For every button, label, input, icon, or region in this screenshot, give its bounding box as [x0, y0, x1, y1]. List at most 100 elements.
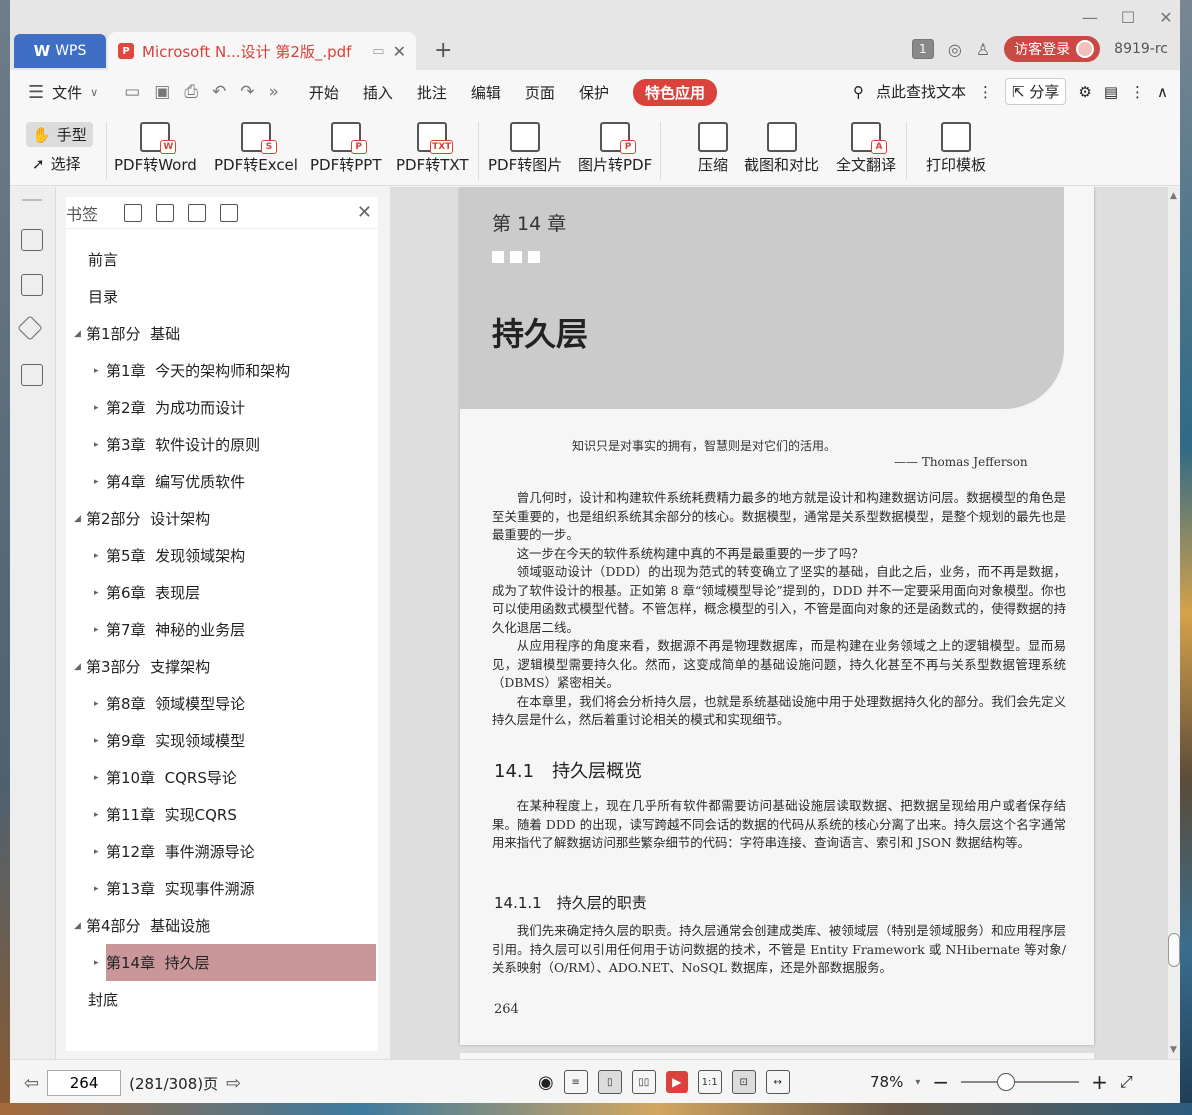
expand-all-icon[interactable]	[124, 203, 143, 222]
bookmark-chapter[interactable]: ▸ 第6章 表现层	[66, 574, 378, 611]
more-vertical-icon[interactable]: ⋮	[978, 83, 993, 101]
bookmark-item[interactable]: 前言	[66, 241, 378, 278]
tab-start[interactable]: 开始	[309, 82, 339, 103]
zoom-slider-knob[interactable]	[997, 1073, 1016, 1091]
scroll-down-icon[interactable]: ▼	[1170, 1045, 1177, 1055]
guest-login-button[interactable]: 访客登录	[1004, 36, 1101, 62]
close-panel-icon[interactable]: ✕	[357, 202, 372, 223]
actual-size-icon[interactable]: 1:1	[697, 1070, 722, 1094]
expand-triangle-icon[interactable]: ▸	[94, 477, 106, 487]
settings-gear-icon[interactable]: ⚙	[1078, 83, 1091, 101]
bookmark-chapter[interactable]: ▸ 第9章 实现领域模型	[66, 722, 378, 759]
file-menu[interactable]: ☰ 文件 ∨	[28, 82, 98, 103]
page-number-input[interactable]	[47, 1070, 122, 1096]
next-page-icon[interactable]: ⇨	[226, 1073, 241, 1094]
scroll-up-icon[interactable]: ▲	[1170, 191, 1177, 201]
zoom-in-icon[interactable]: +	[1091, 1070, 1108, 1094]
outline-list-icon[interactable]	[21, 229, 43, 251]
collapse-triangle-icon[interactable]: ◢	[74, 662, 86, 672]
zoom-out-icon[interactable]: −	[932, 1070, 949, 1094]
share-button[interactable]: ⇱ 分享	[1005, 78, 1067, 105]
undo-icon[interactable]: ↶	[212, 82, 226, 102]
expand-triangle-icon[interactable]: ▸	[94, 884, 106, 894]
select-tool-button[interactable]: ➚ 选择	[26, 151, 93, 176]
document-viewport[interactable]: 第 14 章 持久层 知识只是对事实的拥有，智慧则是对它们的活用。 —— Tho…	[390, 187, 1168, 1059]
zoom-dropdown-icon[interactable]: ▾	[915, 1077, 920, 1088]
collapse-triangle-icon[interactable]: ◢	[74, 329, 86, 339]
pdf-to-txt-button[interactable]: TXT PDF转TXT	[396, 122, 469, 175]
fullscreen-icon[interactable]: ⤢	[1120, 1072, 1133, 1092]
window-count-badge[interactable]: 1	[911, 39, 934, 59]
bookmark-chapter[interactable]: ▸ 第4章 编写优质软件	[66, 463, 378, 500]
vertical-scrollbar[interactable]: ▲ ▼	[1168, 187, 1180, 1059]
collapse-triangle-icon[interactable]: ◢	[74, 921, 86, 931]
shirt-icon[interactable]: ♙	[976, 40, 990, 59]
save-icon[interactable]: ▣	[154, 82, 170, 102]
single-page-icon[interactable]: ▯	[597, 1070, 622, 1094]
image-panel-icon[interactable]	[21, 364, 43, 386]
new-tab-button[interactable]: +	[434, 38, 452, 63]
more-options-icon[interactable]: ⋮	[1130, 83, 1145, 101]
bookmark-settings-icon[interactable]	[220, 203, 239, 222]
bookmark-chapter[interactable]: ▸ 第11章 实现CQRS	[66, 796, 378, 833]
bookmark-chapter[interactable]: ▸ 第2章 为成功而设计	[66, 389, 378, 426]
screenshot-compare-button[interactable]: 截图和对比	[744, 122, 819, 175]
pdf-to-ppt-button[interactable]: P PDF转PPT	[310, 122, 381, 175]
bookmark-chapter-selected[interactable]: ▸ 第14章 持久层	[94, 944, 376, 981]
fit-page-icon[interactable]: ⊡	[731, 1070, 756, 1094]
maximize-icon[interactable]: ☐	[1120, 8, 1136, 27]
collapse-all-icon[interactable]	[156, 203, 175, 222]
redo-icon[interactable]: ↷	[240, 82, 254, 102]
add-bookmark-icon[interactable]	[188, 203, 207, 222]
collapse-triangle-icon[interactable]: ◢	[74, 514, 86, 524]
bookmark-chapter[interactable]: ▸ 第7章 神秘的业务层	[66, 611, 378, 648]
find-text-button[interactable]: 点此查找文本	[876, 81, 966, 102]
expand-triangle-icon[interactable]: ▸	[94, 588, 106, 598]
tab-protect[interactable]: 保护	[579, 82, 609, 103]
thumbnail-image-icon[interactable]	[21, 274, 43, 296]
tab-page[interactable]: 页面	[525, 82, 555, 103]
bookmark-chapter[interactable]: ▸ 第3章 软件设计的原则	[66, 426, 378, 463]
print-icon[interactable]: ⎙	[184, 82, 198, 102]
prev-page-icon[interactable]: ⇦	[24, 1073, 39, 1094]
tab-wps-home[interactable]: W WPS	[14, 34, 106, 68]
bookmark-chapter[interactable]: ▸ 第1章 今天的架构师和架构	[66, 352, 378, 389]
more-quick-icon[interactable]: »	[268, 82, 278, 102]
bookmark-part[interactable]: ◢ 第2部分 设计架构	[66, 500, 378, 537]
expand-triangle-icon[interactable]: ▸	[94, 958, 106, 968]
search-icon[interactable]: ⚲	[853, 83, 864, 101]
bookmark-part[interactable]: ◢ 第4部分 基础设施	[66, 907, 378, 944]
expand-triangle-icon[interactable]: ▸	[94, 551, 106, 561]
scroll-thumb[interactable]	[1168, 933, 1180, 967]
bookmark-item[interactable]: 封底	[66, 981, 378, 1018]
expand-triangle-icon[interactable]: ▸	[94, 810, 106, 820]
hand-tool-button[interactable]: ✋ 手型	[26, 122, 93, 147]
bookmark-item[interactable]: 目录	[66, 278, 378, 315]
pdf-to-excel-button[interactable]: S PDF转Excel	[214, 122, 298, 175]
expand-triangle-icon[interactable]: ▸	[94, 847, 106, 857]
zoom-slider[interactable]	[961, 1073, 1080, 1091]
bookmark-part[interactable]: ◢ 第1部分 基础	[66, 315, 378, 352]
close-window-icon[interactable]: ✕	[1158, 8, 1174, 27]
close-tab-icon[interactable]: ✕	[393, 42, 406, 61]
bookmark-chapter[interactable]: ▸ 第10章 CQRS导论	[66, 759, 378, 796]
two-page-icon[interactable]: ▯▯	[631, 1070, 656, 1094]
bookmark-chapter[interactable]: ▸ 第13章 实现事件溯源	[66, 870, 378, 907]
expand-triangle-icon[interactable]: ▸	[94, 366, 106, 376]
skin-icon[interactable]: ◎	[948, 40, 962, 59]
collapse-ribbon-icon[interactable]: ∧	[1157, 83, 1168, 101]
image-to-pdf-button[interactable]: P 图片转PDF	[578, 122, 652, 175]
open-folder-icon[interactable]: ▭	[124, 82, 140, 102]
expand-triangle-icon[interactable]: ▸	[94, 699, 106, 709]
comment-icon[interactable]: ▤	[1104, 83, 1118, 101]
fit-width-icon[interactable]: ↔	[765, 1070, 790, 1094]
expand-triangle-icon[interactable]: ▸	[94, 440, 106, 450]
tab-insert[interactable]: 插入	[363, 82, 393, 103]
pdf-to-word-button[interactable]: W PDF转Word	[114, 122, 197, 175]
continuous-view-icon[interactable]: ≡	[563, 1070, 588, 1094]
pdf-to-image-button[interactable]: PDF转图片	[488, 122, 562, 175]
tab-special-apps[interactable]: 特色应用	[632, 78, 717, 106]
annotation-pen-icon[interactable]	[17, 315, 43, 341]
print-template-button[interactable]: 打印模板	[926, 122, 986, 175]
eye-protection-icon[interactable]: ◉	[538, 1072, 554, 1093]
